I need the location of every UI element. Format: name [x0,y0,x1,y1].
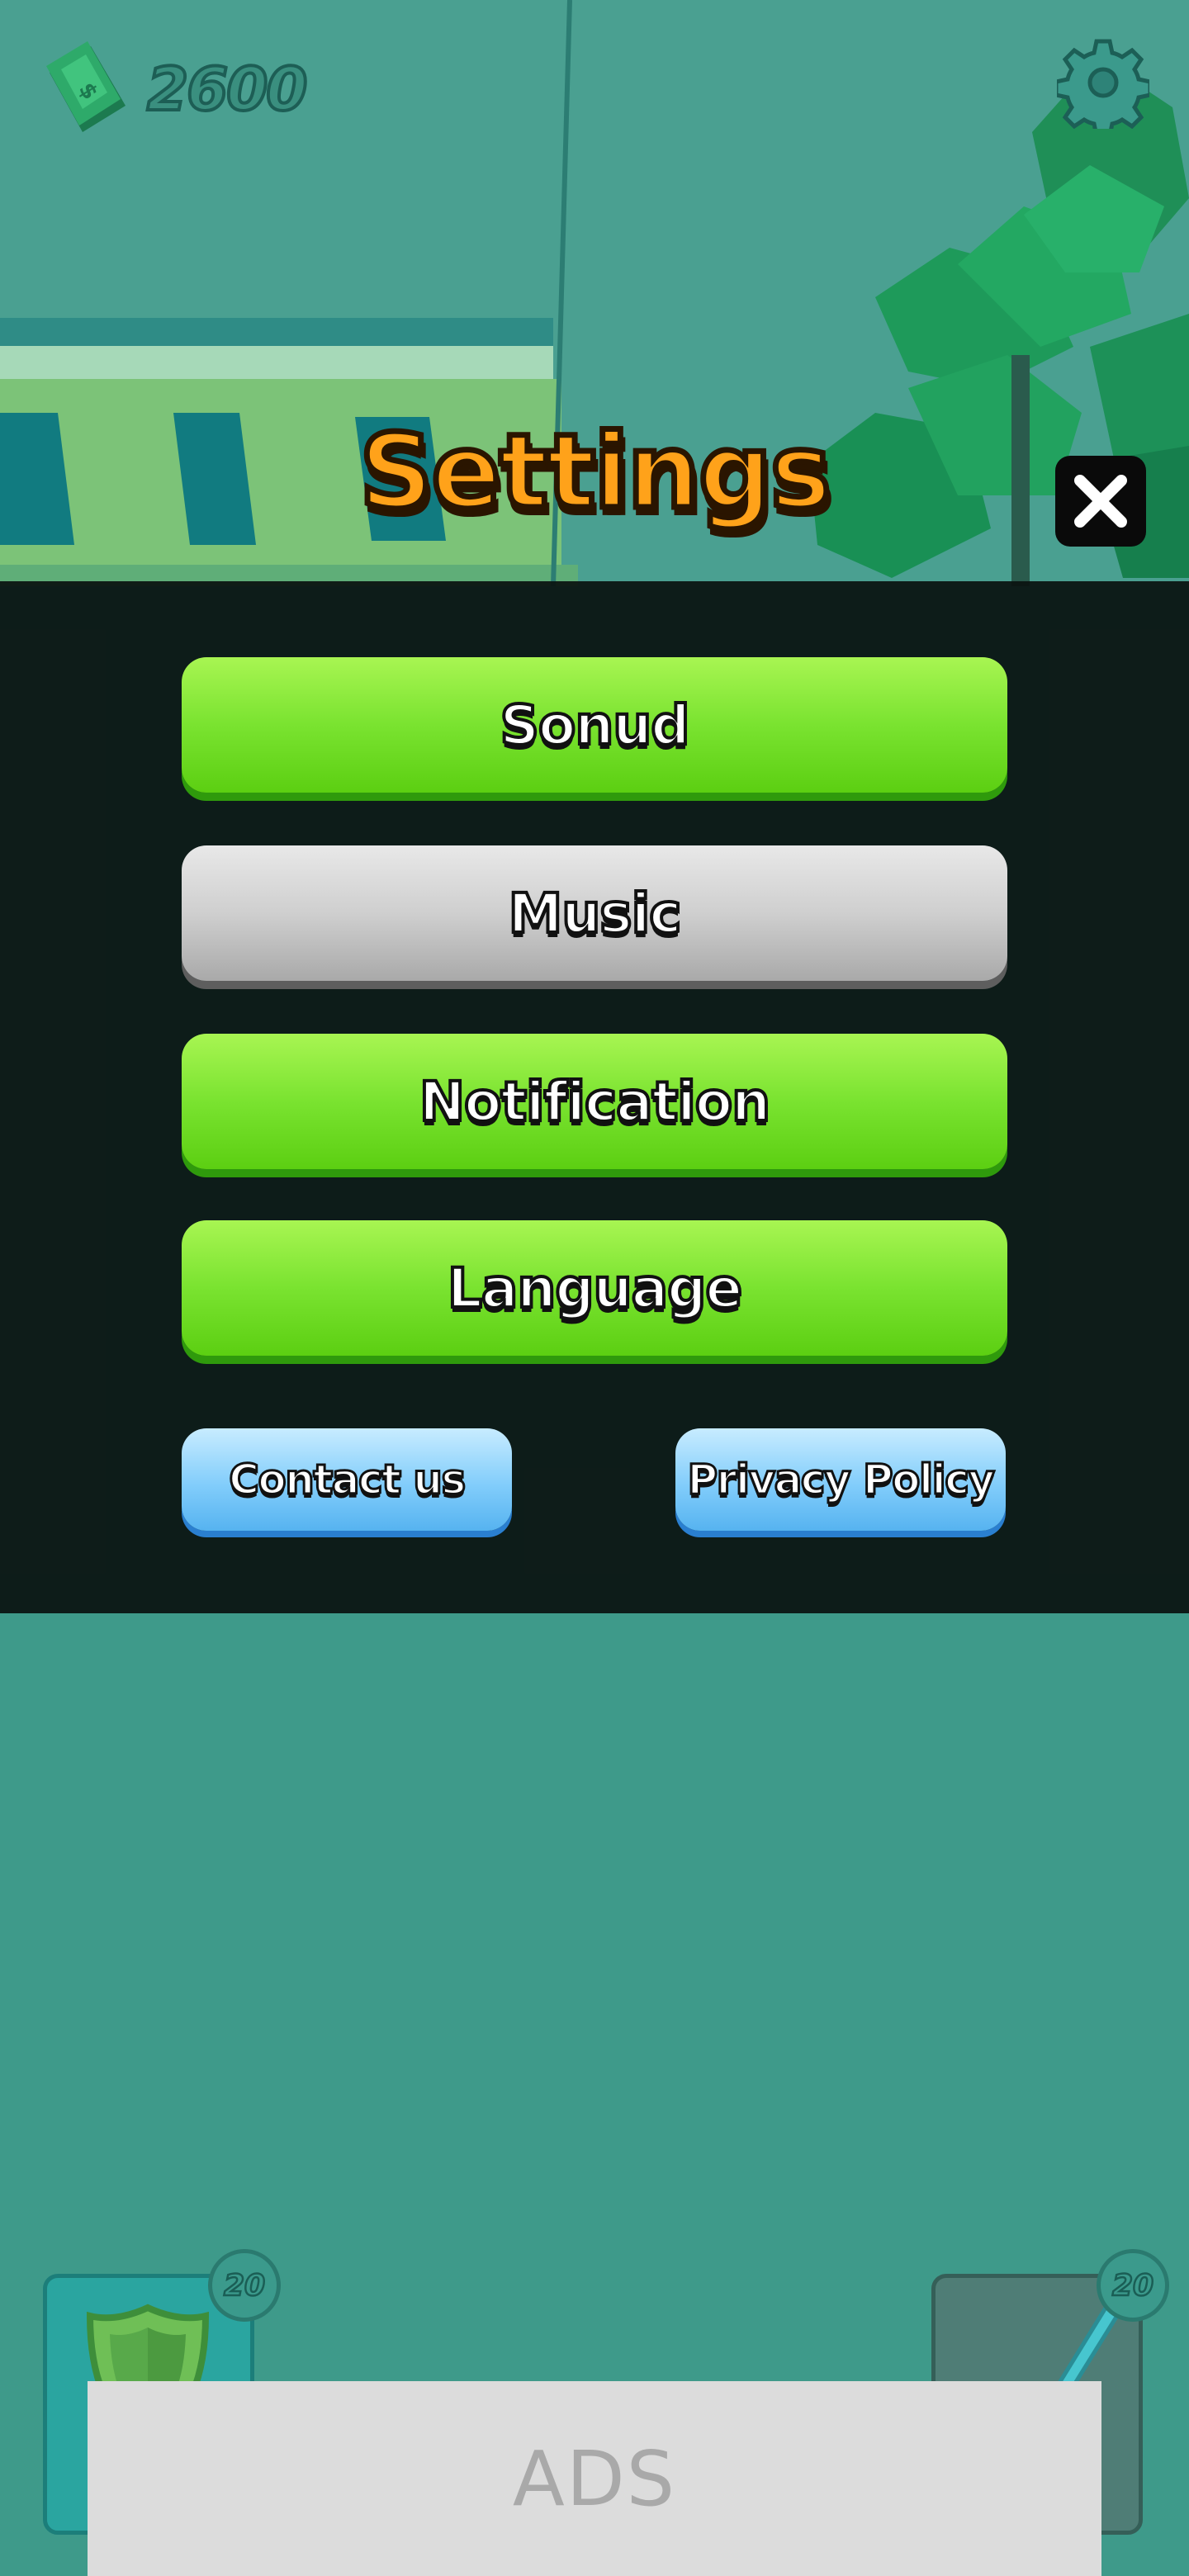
privacy-policy-button[interactable]: Privacy Policy [675,1428,1006,1531]
close-icon [1074,475,1127,528]
notification-button-label: Notification [418,1068,772,1135]
shield-count-badge: 20 [208,2249,281,2322]
ads-label: ADS [512,2434,677,2523]
language-button[interactable]: Language [182,1220,1007,1356]
sword-count-badge: 20 [1097,2249,1169,2322]
music-button-label: Music [507,880,684,947]
currency-amount: 2600 [145,53,309,125]
gear-icon[interactable] [1057,36,1149,129]
privacy-policy-label: Privacy Policy [686,1455,996,1505]
shield-count: 20 [223,2267,267,2304]
settings-title: Settings [357,410,834,535]
sword-count: 20 [1111,2267,1155,2304]
contact-us-button[interactable]: Contact us [182,1428,512,1531]
cash-icon: $ [46,41,126,132]
notification-toggle-button[interactable]: Notification [182,1034,1007,1169]
close-button[interactable] [1055,456,1146,547]
ads-banner[interactable]: ADS [88,2381,1101,2576]
music-toggle-button[interactable]: Music [182,845,1007,981]
sound-button-label: Sonud [498,692,691,759]
sound-toggle-button[interactable]: Sonud [182,657,1007,793]
contact-us-label: Contact us [228,1455,467,1505]
language-button-label: Language [446,1255,744,1322]
currency-display: $ 2600 [40,40,309,139]
